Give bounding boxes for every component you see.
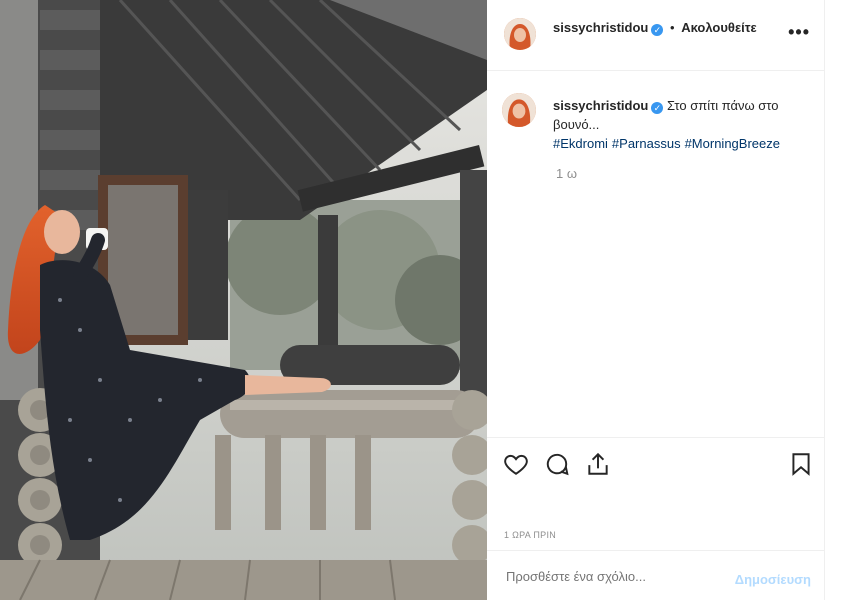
comment-bar: Δημοσίευση	[487, 550, 824, 601]
following-button[interactable]: Ακολουθείτε	[681, 20, 757, 35]
verified-badge-icon: ✓	[651, 24, 664, 36]
hashtags: #Ekdromi #Parnassus #MorningBreeze	[553, 136, 784, 151]
separator-dot: •	[670, 20, 675, 35]
action-bar	[487, 437, 824, 488]
caption-username-link[interactable]: sissychristidou	[553, 98, 648, 113]
post-comment-button[interactable]: Δημοσίευση	[735, 572, 811, 587]
avatar[interactable]	[504, 18, 536, 50]
header-user-line: sissychristidou ✓ • Ακολουθείτε	[553, 20, 757, 36]
hashtag-link[interactable]: #MorningBreeze	[685, 136, 780, 151]
hashtag-link[interactable]: #Ekdromi	[553, 136, 608, 151]
username-link[interactable]: sissychristidou	[553, 20, 648, 35]
caption-avatar[interactable]	[502, 93, 536, 127]
photo-illustration	[0, 0, 487, 600]
comment-input[interactable]	[504, 568, 728, 585]
heart-icon[interactable]	[503, 451, 529, 477]
verified-badge-icon: ✓	[651, 102, 664, 114]
post-photo[interactable]	[0, 0, 487, 600]
share-icon[interactable]	[585, 451, 611, 477]
comment-bubble-icon[interactable]	[544, 451, 570, 477]
instagram-post: sissychristidou ✓ • Ακολουθείτε ••• sissy…	[0, 0, 860, 600]
caption-timestamp: 1 ω	[556, 166, 577, 181]
post-side-panel: sissychristidou ✓ • Ακολουθείτε ••• sissy…	[487, 0, 825, 600]
post-caption: sissychristidou ✓ Στο σπίτι πάνω στο βουν…	[553, 96, 803, 153]
post-time-ago: 1 ΩΡΑ ΠΡΙΝ	[504, 530, 557, 540]
hashtag-link[interactable]: #Parnassus	[612, 136, 681, 151]
more-options-icon[interactable]: •••	[788, 22, 810, 43]
post-header: sissychristidou ✓ • Ακολουθείτε •••	[487, 0, 824, 71]
bookmark-icon[interactable]	[788, 451, 814, 477]
